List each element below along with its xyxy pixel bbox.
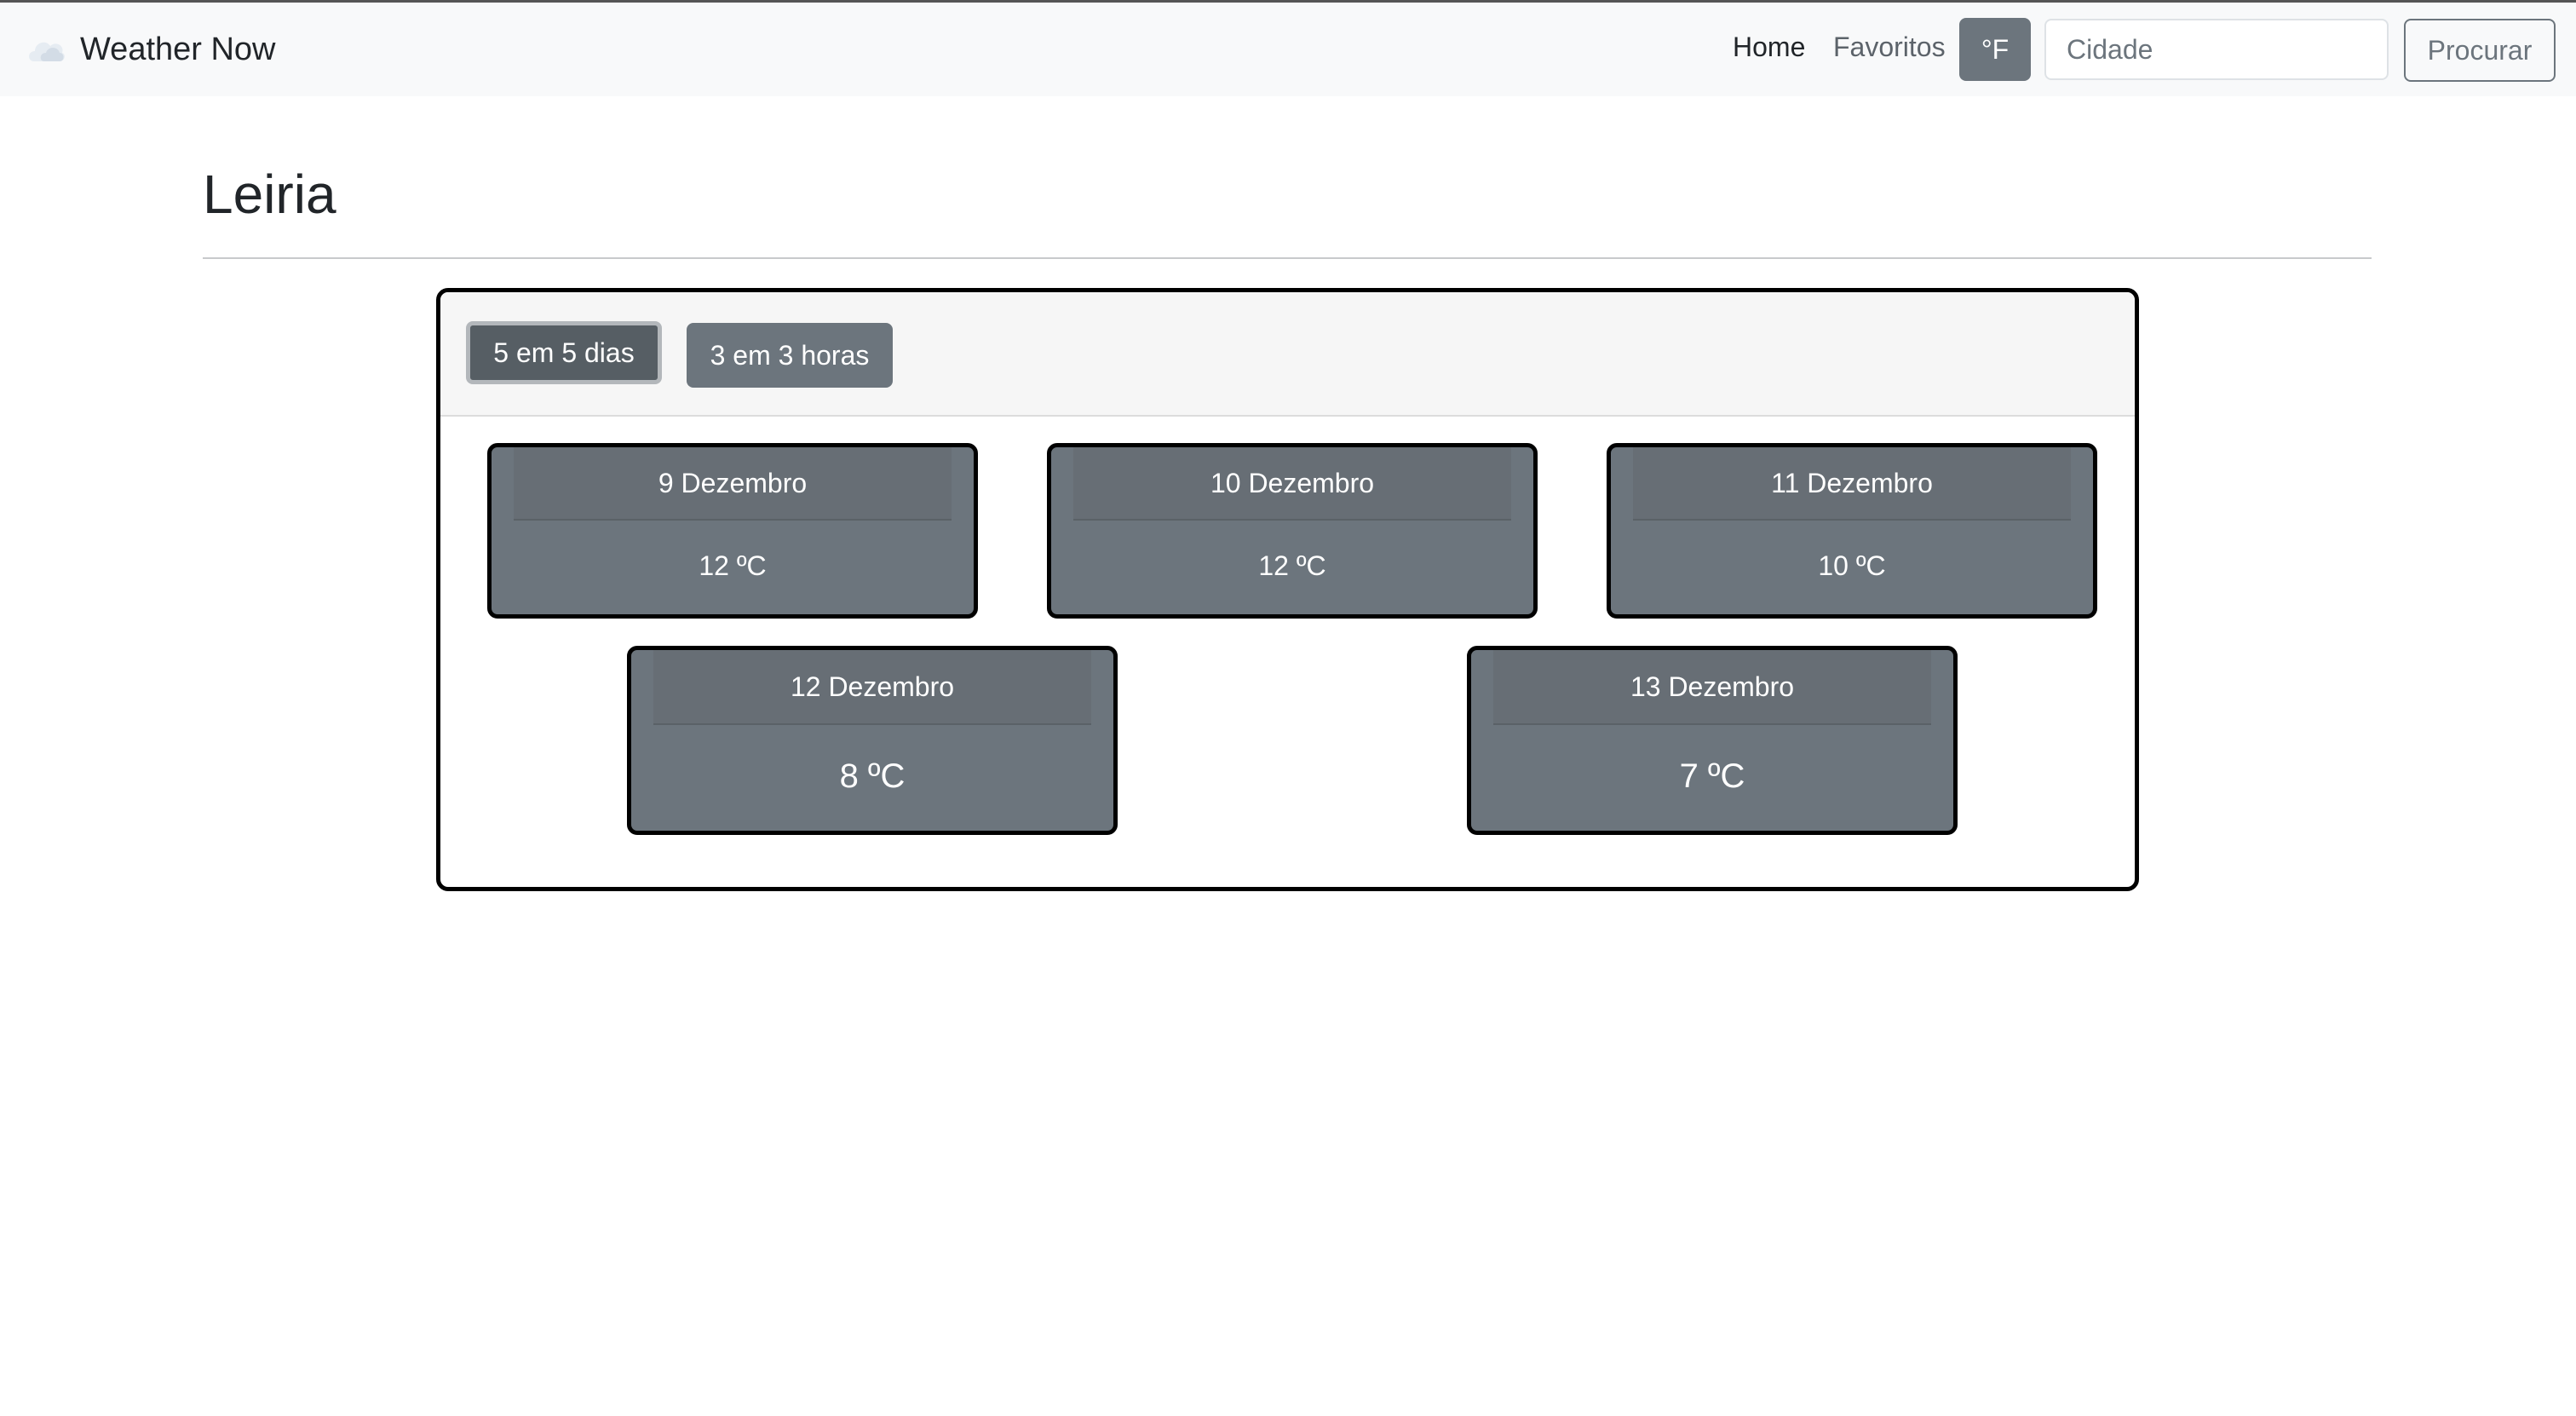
search-button[interactable]: Procurar — [2404, 19, 2556, 82]
day-card[interactable]: 9 Dezembro 12 ºC — [487, 443, 978, 619]
navbar: Weather Now Home Favoritos °F Procurar — [0, 3, 2576, 96]
city-search-input[interactable] — [2044, 19, 2389, 80]
day-card-date: 9 Dezembro — [514, 447, 952, 521]
day-card-temperature: 12 ºC — [1258, 550, 1326, 581]
brand-title: Weather Now — [80, 31, 276, 67]
page-title: Leiria — [203, 164, 336, 225]
day-card-temperature: 7 ºC — [1679, 757, 1745, 795]
day-card-temperature: 10 ºC — [1818, 550, 1886, 581]
day-card-date: 13 Dezembro — [1493, 650, 1931, 725]
forecast-panel: 5 em 5 dias 3 em 3 horas 9 Dezembro 12 º… — [436, 288, 2139, 891]
nav-link-favorites[interactable]: Favoritos — [1833, 32, 1946, 63]
day-card[interactable]: 10 Dezembro 12 ºC — [1047, 443, 1538, 619]
title-divider — [203, 257, 2372, 259]
day-card[interactable]: 12 Dezembro 8 ºC — [627, 646, 1118, 835]
brand[interactable]: Weather Now — [26, 3, 276, 96]
day-card-temperature: 8 ºC — [839, 757, 906, 795]
day-card[interactable]: 13 Dezembro 7 ºC — [1467, 646, 1958, 835]
tab-5-days[interactable]: 5 em 5 dias — [466, 321, 662, 384]
day-card-date: 10 Dezembro — [1073, 447, 1511, 521]
day-card-temperature: 12 ºC — [699, 550, 767, 581]
unit-toggle-button[interactable]: °F — [1959, 18, 2031, 81]
forecast-tabs: 5 em 5 dias 3 em 3 horas — [440, 292, 2135, 417]
nav-link-home[interactable]: Home — [1733, 32, 1805, 63]
tab-3-hours[interactable]: 3 em 3 horas — [687, 323, 893, 388]
day-card-date: 12 Dezembro — [653, 650, 1091, 725]
day-card[interactable]: 11 Dezembro 10 ºC — [1607, 443, 2097, 619]
day-card-date: 11 Dezembro — [1633, 447, 2071, 521]
cloud-icon — [26, 34, 66, 65]
